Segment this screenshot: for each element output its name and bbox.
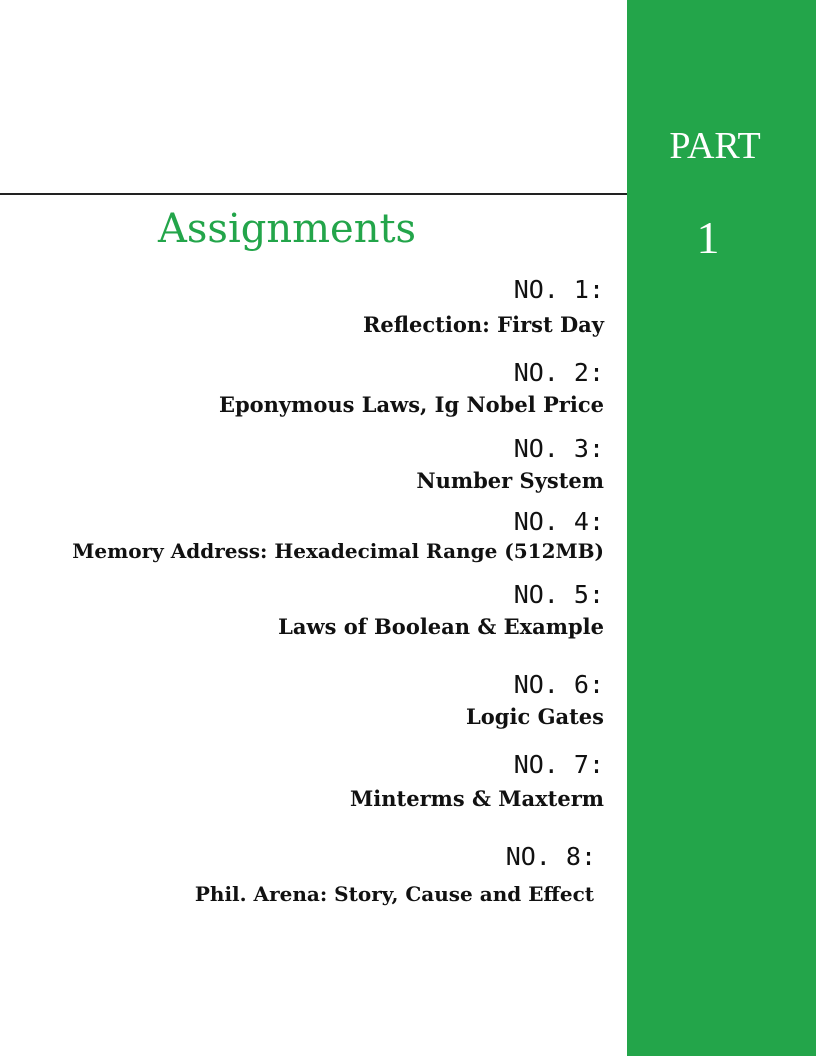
assignment-number-4: NO. 4: — [513, 507, 604, 536]
assignment-number-2: NO. 2: — [513, 358, 604, 387]
assignment-title-2: Eponymous Laws, Ig Nobel Price — [218, 392, 604, 417]
assignment-number-6: NO. 6: — [513, 670, 604, 699]
assignment-title-1: Reflection: First Day — [362, 312, 604, 337]
assignment-number-1: NO. 1: — [513, 275, 604, 304]
assignment-title-6: Logic Gates — [466, 704, 604, 729]
page-title: Assignments — [158, 206, 417, 252]
assignment-number-7: NO. 7: — [513, 750, 604, 779]
assignment-title-4: Memory Address: Hexadecimal Range (512MB… — [72, 539, 604, 563]
assignment-number-3: NO. 3: — [513, 434, 604, 463]
header-divider — [0, 193, 627, 195]
part-sidebar: PART 1 — [627, 0, 816, 1056]
assignment-title-5: Laws of Boolean & Example — [278, 614, 604, 639]
part-number: 1 — [696, 212, 720, 263]
assignment-title-8: Phil. Arena: Story, Cause and Effect — [194, 882, 594, 906]
assignment-title-7: Minterms & Maxterm — [350, 786, 604, 811]
assignment-number-5: NO. 5: — [513, 580, 604, 609]
assignment-title-3: Number System — [416, 468, 604, 493]
assignment-number-8: NO. 8: — [505, 842, 596, 871]
part-label: PART — [669, 125, 761, 167]
